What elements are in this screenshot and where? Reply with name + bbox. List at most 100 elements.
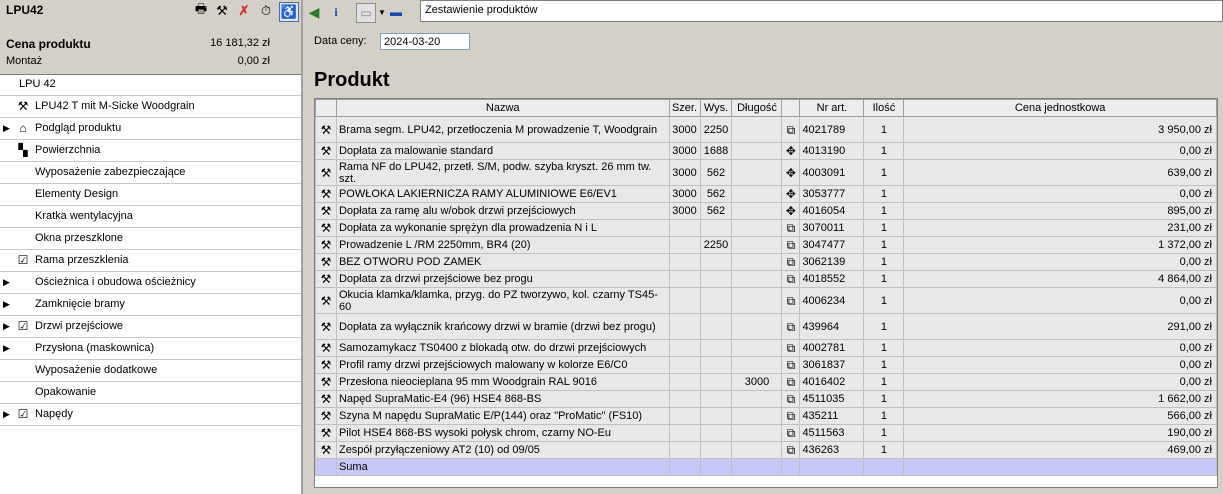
- row-unit-price: 231,00 zł: [903, 219, 1217, 237]
- row-height: [699, 373, 733, 391]
- row-unit-price: 0,00 zł: [903, 142, 1217, 160]
- row-unit-price: 4 864,00 zł: [903, 270, 1217, 288]
- date-input[interactable]: [380, 33, 470, 50]
- table-row[interactable]: ⚒ Dopłata za wykonanie sprężyn dla prowad…: [315, 219, 1217, 237]
- table-row[interactable]: ⚒ Pilot HSE4 868-BS wysoki połysk chrom, …: [315, 424, 1217, 442]
- column-header[interactable]: Nr art.: [799, 99, 865, 117]
- row-width: [668, 253, 701, 271]
- expand-arrow-icon[interactable]: ▶: [3, 294, 10, 315]
- hammer-icon: ⚒: [315, 219, 337, 237]
- printer-icon[interactable]: 🖶: [192, 1, 210, 20]
- info-icon[interactable]: i: [327, 3, 345, 21]
- row-name: Dopłata za drzwi przejściowe bez progu: [335, 270, 670, 288]
- sum-label: Suma: [335, 458, 670, 476]
- table-row[interactable]: ⚒ BEZ OTWORU POD ZAMEK ⧉ 3062139 1 0,00 zł: [315, 253, 1217, 271]
- column-header[interactable]: Cena jednostkowa: [903, 99, 1217, 117]
- tree-item[interactable]: LPU 42: [0, 74, 301, 96]
- tree-item[interactable]: ▶ Przysłona (maskownica): [0, 338, 301, 360]
- row-length: [731, 313, 783, 340]
- table-row[interactable]: ⚒ Profil ramy drzwi przejściowych malowan…: [315, 356, 1217, 374]
- tree-item[interactable]: Okna przeszklone: [0, 228, 301, 250]
- tree-item[interactable]: ☑ Rama przeszklenia: [0, 250, 301, 272]
- table-row[interactable]: ⚒ Prowadzenie L /RM 2250mm, BR4 (20) 2250 ⧉…: [315, 236, 1217, 254]
- table-row[interactable]: ⚒ Samozamykacz TS0400 z blokadą otw. do d…: [315, 339, 1217, 357]
- column-header[interactable]: Szer.: [668, 99, 701, 117]
- row-article-number: 439964: [799, 313, 865, 340]
- expand-arrow-icon[interactable]: ▶: [3, 272, 10, 293]
- row-article-number: 3047477: [799, 236, 865, 254]
- link-icon: ⧉: [781, 441, 801, 459]
- row-article-number: 435211: [799, 407, 865, 425]
- delete-icon[interactable]: ✗: [235, 2, 253, 20]
- row-width: [668, 219, 701, 237]
- table-row[interactable]: ⚒ Dopłata za ramę alu w/obok drzwi przejś…: [315, 202, 1217, 220]
- table-row[interactable]: ⚒ Dopłata za wyłącznik krańcowy drzwi w b…: [315, 313, 1217, 340]
- tools-icon[interactable]: ⚒: [213, 2, 231, 20]
- accessibility-icon[interactable]: ♿: [279, 2, 299, 22]
- table-row[interactable]: ⚒ Okucia klamka/klamka, przyg. do PZ twor…: [315, 287, 1217, 314]
- tree-item-label: Opakowanie: [35, 386, 97, 398]
- tree-item[interactable]: Wyposażenie dodatkowe: [0, 360, 301, 382]
- expand-arrow-icon[interactable]: ▶: [3, 118, 10, 139]
- row-article-number: 4016054: [799, 202, 865, 220]
- row-length: [731, 441, 783, 459]
- row-quantity: 1: [863, 441, 905, 459]
- tree-item-label: Napędy: [35, 408, 73, 420]
- table-row[interactable]: ⚒ Brama segm. LPU42, przetłoczenia M prow…: [315, 116, 1217, 143]
- table-row[interactable]: ⚒ Dopłata za drzwi przejściowe bez progu ⧉…: [315, 270, 1217, 288]
- row-quantity: 1: [863, 202, 905, 220]
- section-title: Produkt: [314, 69, 390, 91]
- row-name: Dopłata za wykonanie sprężyn dla prowadz…: [335, 219, 670, 237]
- tree-item[interactable]: ▶ ☑ Drzwi przejściowe: [0, 316, 301, 338]
- expand-arrow-icon[interactable]: ▶: [3, 338, 10, 359]
- row-article-number: 3062139: [799, 253, 865, 271]
- table-row[interactable]: ⚒ Dopłata za malowanie standard 3000 1688 ✥ 4…: [315, 142, 1217, 160]
- column-header[interactable]: Ilość: [863, 99, 905, 117]
- tree-item[interactable]: Opakowanie: [0, 382, 301, 404]
- tree-item[interactable]: Elementy Design: [0, 184, 301, 206]
- row-quantity: 1: [863, 270, 905, 288]
- tree-item[interactable]: ▶ Zamknięcie bramy: [0, 294, 301, 316]
- sum-cell: [315, 458, 337, 476]
- hammer-icon: ⚒: [315, 287, 337, 314]
- column-header[interactable]: [315, 99, 337, 117]
- row-name: Napęd SupraMatic-E4 (96) HSE4 868-BS: [335, 390, 670, 408]
- row-name: Rama NF do LPU42, przetł. S/M, podw. szy…: [335, 159, 670, 186]
- row-width: 3000: [668, 202, 701, 220]
- row-width: [668, 356, 701, 374]
- tree-item[interactable]: ▚ Powierzchnia: [0, 140, 301, 162]
- timer-icon[interactable]: ⏱: [257, 2, 275, 20]
- expand-arrow-icon[interactable]: ▶: [3, 404, 10, 425]
- tree-item[interactable]: Wyposażenie zabezpieczające: [0, 162, 301, 184]
- table-row[interactable]: ⚒ Napęd SupraMatic-E4 (96) HSE4 868-BS ⧉ 45…: [315, 390, 1217, 408]
- table-row[interactable]: ⚒ Rama NF do LPU42, przetł. S/M, podw. sz…: [315, 159, 1217, 186]
- comment-icon[interactable]: ▬: [387, 3, 405, 21]
- row-length: [731, 159, 783, 186]
- row-width: 3000: [668, 159, 701, 186]
- row-article-number: 4018552: [799, 270, 865, 288]
- row-length: [731, 116, 783, 143]
- row-height: 1688: [699, 142, 733, 160]
- column-header[interactable]: Długość: [731, 99, 783, 117]
- table-row[interactable]: ⚒ Szyna M napędu SupraMatic E/P(144) oraz…: [315, 407, 1217, 425]
- row-unit-price: 895,00 zł: [903, 202, 1217, 220]
- tree-item[interactable]: ▶ ☑ Napędy: [0, 404, 301, 426]
- tree-item-label: LPU 42: [19, 78, 56, 90]
- tree-item[interactable]: ▶ ⌂ Podgląd produktu: [0, 118, 301, 140]
- table-row[interactable]: ⚒ POWŁOKA LAKIERNICZA RAMY ALUMINIOWE E6/…: [315, 185, 1217, 203]
- table-row[interactable]: ⚒ Zespół przyłączeniowy AT2 (10) od 09/05…: [315, 441, 1217, 459]
- tree-item[interactable]: ▶ Ościeżnica i obudowa ościeżnicy: [0, 272, 301, 294]
- tree-item[interactable]: ⚒ LPU42 T mit M-Sicke Woodgrain: [0, 96, 301, 118]
- expand-arrow-icon[interactable]: ▶: [3, 316, 10, 337]
- column-header[interactable]: [781, 99, 801, 117]
- tree-item[interactable]: Kratka wentylacyjna: [0, 206, 301, 228]
- row-height: 562: [699, 185, 733, 203]
- row-width: [668, 270, 701, 288]
- table-row[interactable]: ⚒ Przesłona nieocieplana 95 mm Woodgrain …: [315, 373, 1217, 391]
- column-header[interactable]: Nazwa: [335, 99, 670, 117]
- row-unit-price: 0,00 zł: [903, 253, 1217, 271]
- column-header[interactable]: Wys.: [699, 99, 733, 117]
- row-length: [731, 236, 783, 254]
- row-article-number: 4006234: [799, 287, 865, 314]
- back-icon[interactable]: ◀: [305, 3, 323, 21]
